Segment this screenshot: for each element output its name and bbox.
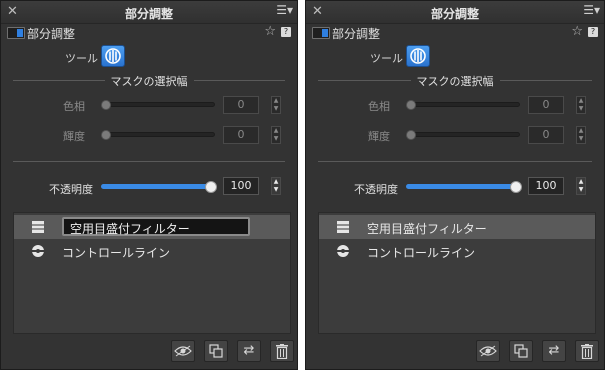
hue-slider-track[interactable] [406,102,520,107]
hue-stepper[interactable]: ▲ ▼ [576,96,586,114]
title-bar: ✕ 部分調整 ☰▾ [1,1,297,24]
control-point-tool-button[interactable] [406,45,430,67]
list-item-graduated-filter[interactable]: 空用目盛付フィルター [14,215,290,239]
opacity-slider-knob[interactable] [205,181,217,193]
help-icon[interactable]: ? [281,27,291,37]
control-point-tool-icon [105,48,121,64]
hue-value-field[interactable]: 0 [223,96,259,114]
duplicate-icon [514,344,528,358]
mask-range-label: マスクの選択幅 [410,75,500,88]
opacity-value-field[interactable]: 100 [223,177,259,195]
tool-label: ツール [370,52,403,65]
opacity-slider-knob[interactable] [510,181,522,193]
eye-icon [174,345,192,357]
brightness-slider-track[interactable] [406,132,520,137]
section-title: 部分調整 [332,27,381,41]
control-line-icon [32,245,44,257]
help-icon[interactable]: ? [588,27,598,37]
graduated-filter-icon [337,221,349,233]
adjustment-list: 空用目盛付フィルター コントロールライン [13,212,291,334]
list-item-control-line[interactable]: コントロールライン [319,239,595,263]
window-title: 部分調整 [430,7,479,21]
control-point-tool-button[interactable] [101,45,125,67]
hue-slider-track[interactable] [101,102,215,107]
control-point-tool-icon [410,48,426,64]
opacity-stepper[interactable]: ▲ ▼ [271,177,281,195]
hue-stepper[interactable]: ▲ ▼ [271,96,281,114]
opacity-slider-track[interactable] [101,184,211,189]
brightness-stepper[interactable]: ▲ ▼ [576,126,586,144]
brightness-label: 輝度 [63,130,85,143]
item-name-input[interactable]: 空用目盛付フィルター [62,217,250,236]
opacity-slider-track[interactable] [406,184,516,189]
eye-icon [479,345,497,357]
enable-toggle[interactable] [7,27,25,39]
menu-icon[interactable]: ☰▾ [276,3,293,17]
duplicate-icon [209,344,223,358]
opacity-stepper[interactable]: ▲ ▼ [576,177,586,195]
tool-label: ツール [65,52,98,65]
invert-button[interactable]: ⇄ [542,340,566,362]
show-mask-button[interactable] [476,340,500,362]
list-item-control-line[interactable]: コントロールライン [14,239,290,263]
partial-adjust-panel-left: ✕ 部分調整 ☰▾ 部分調整 ☆ ? ツール マスクの選択幅 色相 0 ▲ ▼ 輝… [0,0,298,370]
delete-button[interactable] [270,340,294,362]
duplicate-button[interactable] [204,340,228,362]
divider [318,161,592,162]
enable-toggle[interactable] [312,27,330,39]
control-line-icon [337,245,349,257]
trash-icon [276,344,288,360]
mask-range-header: マスクの選択幅 [13,73,285,88]
mask-range-label: マスクの選択幅 [104,75,194,88]
brightness-slider-track[interactable] [101,132,215,137]
star-icon[interactable]: ☆ [264,24,276,39]
hue-label: 色相 [63,100,85,113]
brightness-slider-knob[interactable] [406,130,416,140]
opacity-value-field[interactable]: 100 [528,177,564,195]
brightness-stepper[interactable]: ▲ ▼ [271,126,281,144]
hue-label: 色相 [368,100,390,113]
list-item-graduated-filter[interactable]: 空用目盛付フィルター [319,215,595,239]
title-bar: ✕ 部分調整 ☰▾ [306,1,604,24]
hue-slider-knob[interactable] [101,100,111,110]
brightness-value-field[interactable]: 0 [528,126,564,144]
delete-button[interactable] [575,340,599,362]
divider [13,161,285,162]
section-title: 部分調整 [27,27,76,41]
opacity-label: 不透明度 [49,183,93,196]
adjustment-list: 空用目盛付フィルター コントロールライン [318,212,596,334]
show-mask-button[interactable] [171,340,195,362]
invert-button[interactable]: ⇄ [237,340,261,362]
duplicate-button[interactable] [509,340,533,362]
list-item-label: コントロールライン [62,246,171,260]
graduated-filter-icon [32,221,44,233]
brightness-slider-knob[interactable] [101,130,111,140]
list-item-label: コントロールライン [367,246,476,260]
swap-icon: ⇄ [243,343,255,358]
window-title: 部分調整 [124,7,173,21]
hue-value-field[interactable]: 0 [528,96,564,114]
brightness-value-field[interactable]: 0 [223,126,259,144]
star-icon[interactable]: ☆ [571,24,583,39]
trash-icon [581,344,593,360]
item-name-text: 空用目盛付フィルター [70,222,190,236]
menu-icon[interactable]: ☰▾ [583,3,600,17]
mask-range-header: マスクの選択幅 [318,73,592,88]
hue-slider-knob[interactable] [406,100,416,110]
list-item-label: 空用目盛付フィルター [367,222,487,236]
opacity-label: 不透明度 [354,183,398,196]
partial-adjust-panel-right: ✕ 部分調整 ☰▾ 部分調整 ☆ ? ツール マスクの選択幅 色相 0 ▲ ▼ 輝… [305,0,605,370]
brightness-label: 輝度 [368,130,390,143]
swap-icon: ⇄ [548,343,560,358]
